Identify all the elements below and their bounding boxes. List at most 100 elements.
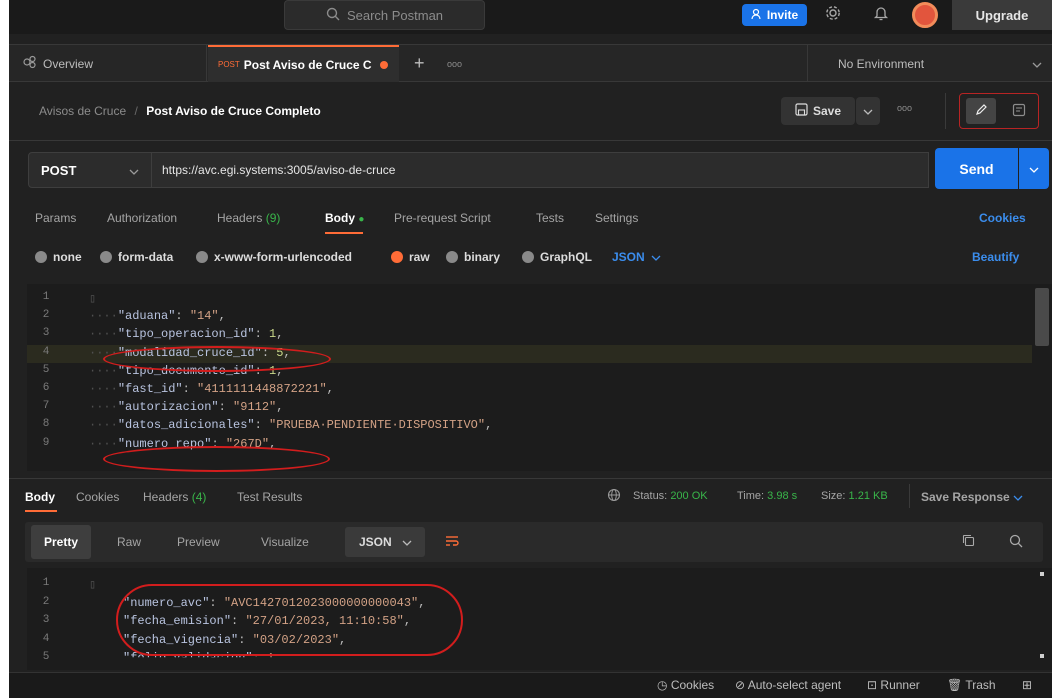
trash-icon: 🗑︎ <box>947 678 963 692</box>
editor-scrollbar[interactable] <box>1035 288 1049 346</box>
tab-params[interactable]: Params <box>35 211 76 225</box>
radio-graphql[interactable]: GraphQL <box>522 250 592 264</box>
send-options-button[interactable] <box>1019 148 1049 189</box>
tab-title: Post Aviso de Cruce C <box>243 57 372 72</box>
json-key: "fast_id" <box>117 382 183 396</box>
invite-button[interactable]: Invite <box>742 4 807 26</box>
breadcrumb-request-name[interactable]: Post Aviso de Cruce Completo <box>146 104 320 118</box>
code-line: ▯ <box>89 291 96 306</box>
notifications-bell-icon[interactable] <box>873 5 889 25</box>
code-line: ▯ <box>89 577 96 592</box>
request-body-editor[interactable]: 1 ▯ 2 ····"aduana": "14", 3 ····"tipo_operaci… <box>27 284 1052 471</box>
search-placeholder: Search Postman <box>346 7 444 23</box>
search-icon <box>1009 534 1023 551</box>
save-response-label: Save Response <box>921 490 1010 504</box>
save-options-button[interactable] <box>856 97 880 125</box>
view-visualize-button[interactable]: Visualize <box>261 522 309 562</box>
documentation-button[interactable] <box>1004 98 1034 124</box>
save-response-button[interactable]: Save Response <box>921 490 1023 504</box>
breadcrumb-collection[interactable]: Avisos de Cruce <box>39 104 126 118</box>
json-punct: , <box>276 327 284 342</box>
tab-tests[interactable]: Tests <box>536 211 564 225</box>
view-raw-button[interactable]: Raw <box>117 522 141 562</box>
new-tab-button[interactable]: + <box>414 45 425 82</box>
radio-dot-graphql <box>522 251 534 263</box>
radio-raw-label: raw <box>409 250 430 264</box>
cookies-link[interactable]: Cookies <box>979 211 1026 225</box>
response-view-bar: Pretty Raw Preview Visualize JSON <box>25 522 1043 562</box>
upgrade-button[interactable]: Upgrade <box>952 0 1052 30</box>
radio-form-data[interactable]: form-data <box>100 250 173 264</box>
radio-urlencoded[interactable]: x-www-form-urlencoded <box>196 250 352 264</box>
avatar[interactable] <box>912 2 938 28</box>
body-format-select[interactable]: JSON <box>612 250 661 264</box>
footer-trash-button[interactable]: 🗑︎ Trash <box>947 678 996 692</box>
code-line: ····"datos_adicionales": "PRUEBA·PENDIEN… <box>89 418 492 432</box>
tab-headers[interactable]: Headers (9) <box>217 211 280 225</box>
beautify-link[interactable]: Beautify <box>972 250 1019 264</box>
tab-settings[interactable]: Settings <box>595 211 638 225</box>
send-button[interactable]: Send <box>935 148 1018 189</box>
footer-runner-button[interactable]: ⊡ Runner <box>867 678 920 692</box>
response-format-label: JSON <box>359 535 392 549</box>
tab-prerequest-script[interactable]: Pre-request Script <box>394 211 491 225</box>
line-number: 4 <box>42 632 50 645</box>
active-tab-underline <box>325 232 363 234</box>
tab-overview[interactable]: Overview <box>9 45 207 82</box>
status-label: Status: <box>633 490 668 502</box>
check-circle-icon: ⊘ <box>735 678 746 692</box>
search-response-button[interactable] <box>1005 522 1027 562</box>
view-raw-label: Raw <box>117 535 142 549</box>
radio-none[interactable]: none <box>35 250 82 264</box>
search-bar[interactable]: Search Postman <box>284 0 485 30</box>
scroll-marker <box>1040 654 1044 658</box>
save-button[interactable]: Save <box>781 97 855 125</box>
response-tab-body[interactable]: Body <box>25 490 55 504</box>
line-number: 1 <box>42 291 50 303</box>
response-tab-headers[interactable]: Headers (4) <box>143 490 206 504</box>
tab-body[interactable]: Body ● <box>325 211 364 225</box>
copy-button[interactable] <box>957 522 979 562</box>
search-icon <box>326 7 340 24</box>
line-number: 4 <box>42 345 50 358</box>
indent-dots: ···· <box>89 327 118 342</box>
response-tab-cookies[interactable]: Cookies <box>76 490 119 504</box>
environment-selector[interactable]: No Environment <box>807 45 1052 82</box>
url-input[interactable]: https://avc.egi.systems:3005/aviso-de-cr… <box>152 152 929 188</box>
edit-mode-button[interactable] <box>966 98 996 124</box>
line-number: 1 <box>42 577 50 589</box>
wrap-lines-icon <box>444 534 460 551</box>
json-value: "9112" <box>233 400 277 415</box>
time-value: 3.98 s <box>767 490 798 502</box>
method-label: POST <box>41 162 77 178</box>
footer-runner-label: Runner <box>880 678 920 692</box>
footer-cookies-button[interactable]: ◷ Cookies <box>657 678 714 692</box>
view-visualize-label: Visualize <box>261 535 309 549</box>
more-options-button[interactable]: ooo <box>897 103 912 113</box>
cursor-icon: ▯ <box>89 578 97 592</box>
url-value: https://avc.egi.systems:3005/aviso-de-cr… <box>162 163 396 177</box>
word-wrap-button[interactable] <box>437 522 467 562</box>
response-format-select[interactable]: JSON <box>345 527 425 557</box>
json-key: "aduana" <box>117 309 176 324</box>
chevron-down-icon <box>1013 490 1023 504</box>
layout-grid-icon[interactable]: ⊞ <box>1022 678 1032 692</box>
response-size: Size: 1.21 KB <box>821 490 888 502</box>
tab-post-aviso[interactable]: POST Post Aviso de Cruce C <box>208 45 399 82</box>
json-punct: , <box>218 309 226 324</box>
response-tab-test-results[interactable]: Test Results <box>237 490 302 504</box>
method-select[interactable]: POST <box>28 152 152 188</box>
view-pretty-button[interactable]: Pretty <box>31 525 91 559</box>
radio-binary[interactable]: binary <box>446 250 500 264</box>
radio-graphql-label: GraphQL <box>540 250 593 264</box>
footer-agent-button[interactable]: ⊘ Auto-select agent <box>735 678 841 692</box>
radio-none-label: none <box>53 250 82 264</box>
indent-dots: ···· <box>89 418 118 433</box>
mode-toggle-group <box>959 93 1039 129</box>
radio-raw[interactable]: raw <box>391 250 430 264</box>
tabs-more-button[interactable]: ooo <box>447 45 462 82</box>
environment-label: No Environment <box>838 56 925 71</box>
tab-authorization[interactable]: Authorization <box>107 211 177 225</box>
settings-icon[interactable] <box>825 5 841 25</box>
view-preview-button[interactable]: Preview <box>177 522 220 562</box>
